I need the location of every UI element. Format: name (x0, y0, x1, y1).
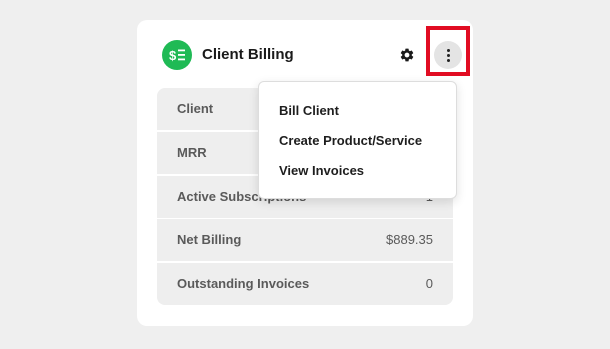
menu-item-create-product-service[interactable]: Create Product/Service (279, 133, 422, 148)
billing-icon: $ (162, 40, 192, 70)
stat-label: Net Billing (177, 232, 242, 247)
stat-row-outstanding-invoices: Outstanding Invoices 0 (157, 263, 453, 305)
more-options-button[interactable] (434, 41, 462, 69)
stat-label: MRR (177, 145, 207, 160)
menu-item-bill-client[interactable]: Bill Client (279, 103, 339, 118)
card-title: Client Billing (202, 46, 294, 63)
stat-row-net-billing: Net Billing $889.35 (157, 219, 453, 261)
stat-label: Outstanding Invoices (177, 276, 310, 291)
stat-value: 0 (425, 276, 433, 291)
stat-value: $889.35 (386, 232, 433, 247)
gear-icon[interactable] (399, 47, 415, 63)
more-options-menu: Bill Client Create Product/Service View … (258, 81, 457, 199)
menu-item-view-invoices[interactable]: View Invoices (279, 163, 364, 178)
stat-label: Client (177, 101, 214, 116)
more-vertical-icon (446, 48, 450, 52)
svg-text:$: $ (169, 48, 177, 63)
